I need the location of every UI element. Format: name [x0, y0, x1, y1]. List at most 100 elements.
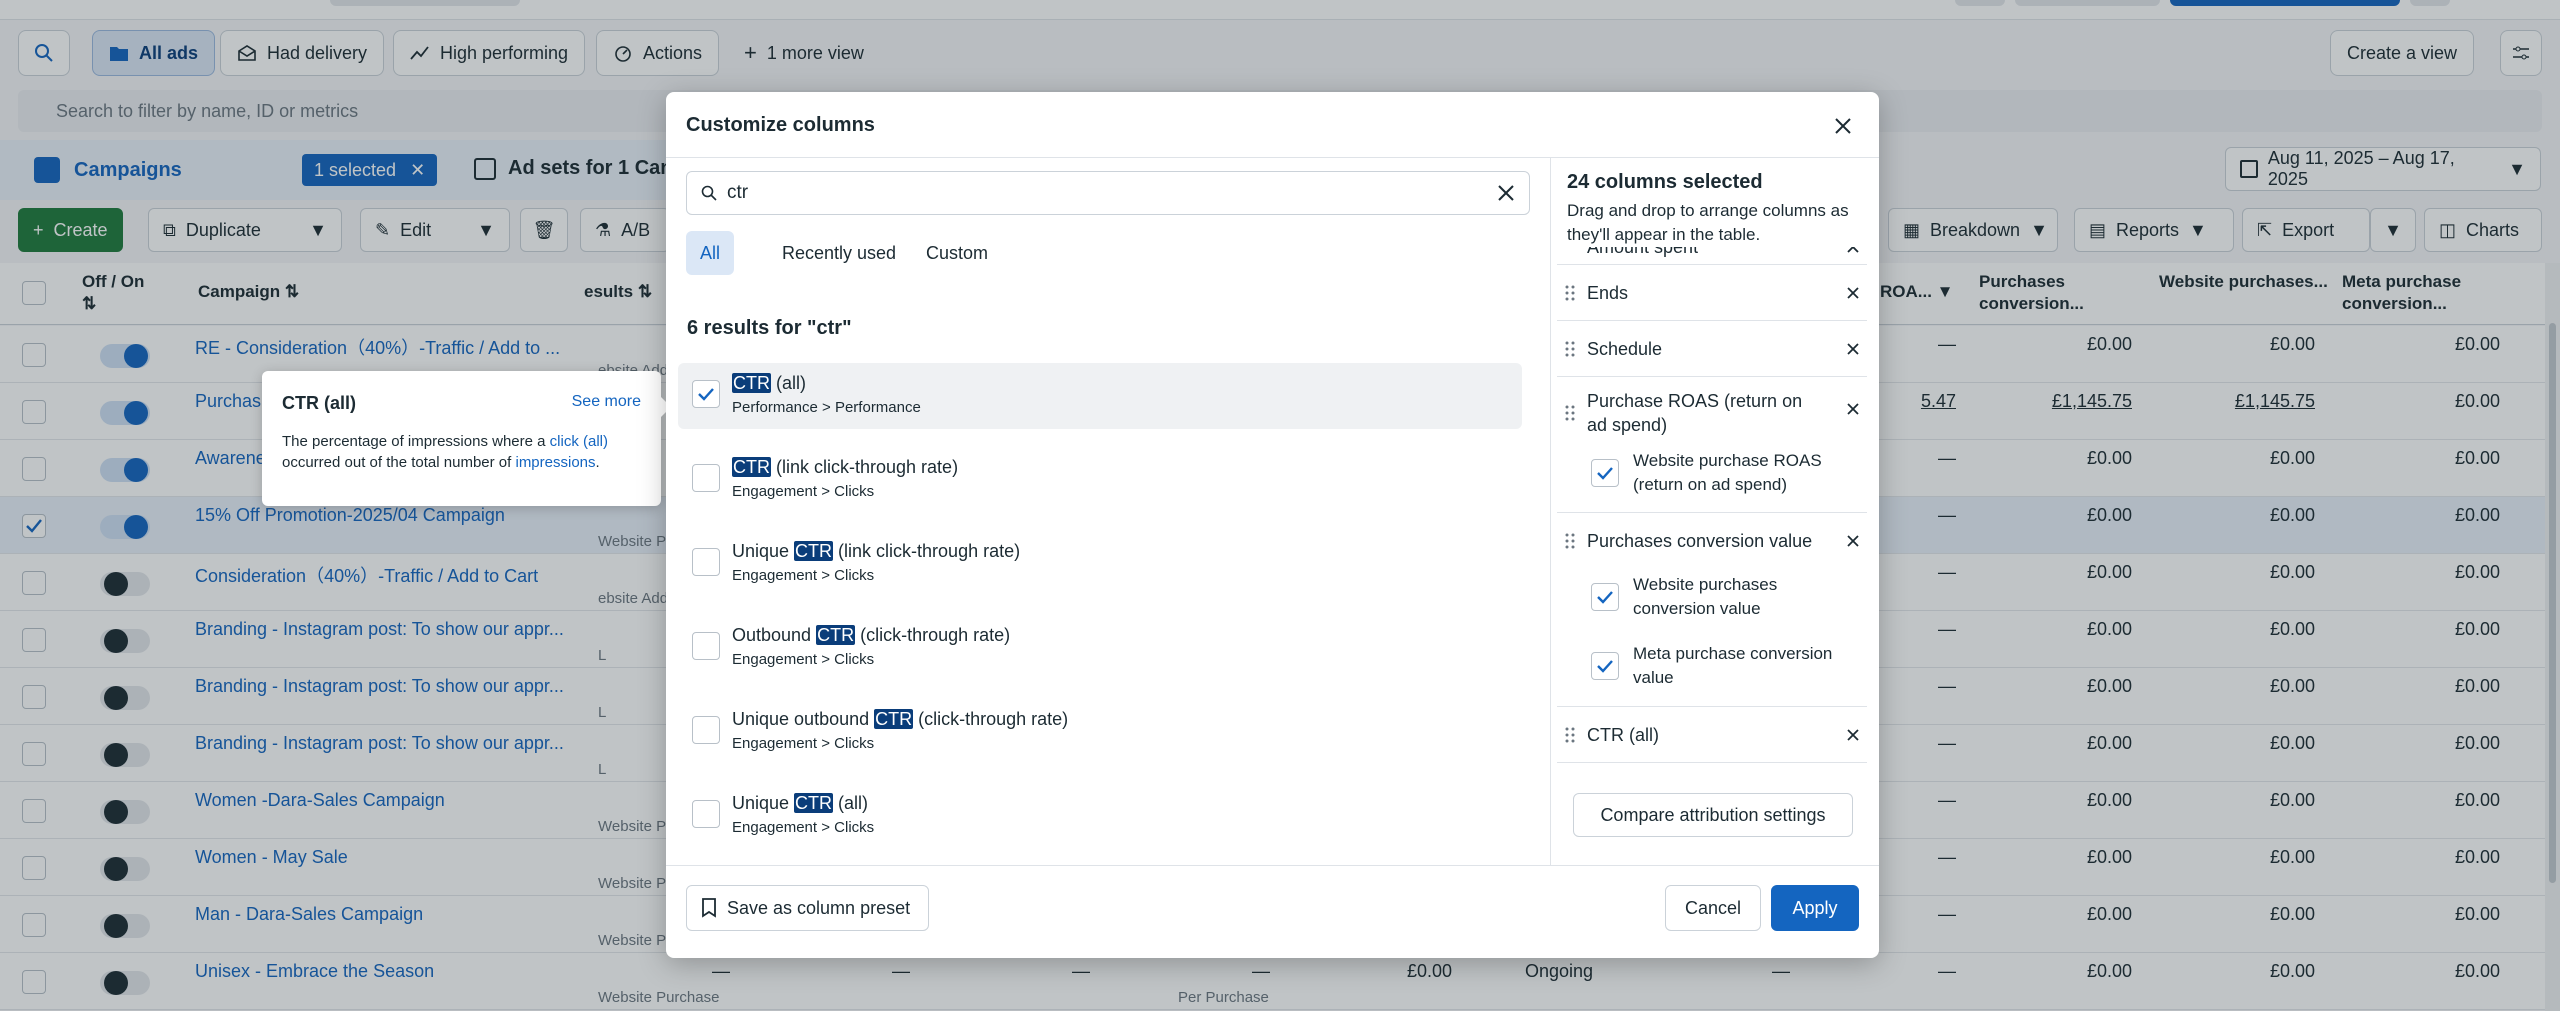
remove-icon[interactable] — [1845, 341, 1861, 357]
click-all-link[interactable]: click (all) — [550, 433, 608, 450]
column-category: Performance > Performance — [732, 399, 921, 416]
column-category: Engagement > Clicks — [732, 651, 875, 668]
remove-icon[interactable] — [1845, 533, 1861, 549]
drag-handle-icon[interactable] — [1565, 285, 1575, 301]
selected-column-item[interactable]: Schedule — [1557, 321, 1867, 377]
search-value: ctr — [727, 182, 749, 203]
drag-handle-icon[interactable] — [1565, 727, 1575, 743]
name-prefix: Unique — [732, 541, 795, 561]
tooltip-body: The percentage of impressions where a cl… — [282, 431, 642, 473]
column-name: CTR (link click-through rate) — [732, 457, 958, 478]
drag-handle-icon[interactable] — [1565, 247, 1575, 259]
column-label: Ends — [1587, 283, 1629, 303]
close-button[interactable] — [1827, 110, 1859, 142]
column-result-item[interactable]: CTR (link click-through rate) Engagement … — [678, 447, 1522, 513]
column-result-item[interactable]: Unique outbound CTR (click-through rate)… — [678, 699, 1522, 765]
column-result-item[interactable]: CTR (all) Performance > Performance — [678, 363, 1522, 429]
match-highlight: CTR — [816, 625, 856, 645]
dialog-title: Customize columns — [686, 114, 875, 136]
match-highlight: CTR — [874, 709, 914, 729]
tooltip-text: . — [595, 454, 600, 471]
name-prefix: Unique outbound — [732, 709, 875, 729]
check-icon — [1597, 660, 1613, 673]
name-suffix: (click-through rate) — [855, 625, 1011, 645]
column-name: Outbound CTR (click-through rate) — [732, 625, 1010, 646]
match-highlight: CTR — [732, 457, 771, 477]
column-checkbox[interactable] — [692, 380, 720, 408]
filter-tab-custom[interactable]: Custom — [912, 231, 1002, 275]
column-checkbox[interactable] — [692, 800, 720, 828]
column-search-input[interactable]: ctr — [686, 171, 1530, 215]
cancel-button[interactable]: Cancel — [1665, 885, 1761, 931]
drag-handle-icon[interactable] — [1565, 533, 1575, 549]
match-highlight: CTR — [794, 541, 834, 561]
column-info-tooltip: CTR (all) See more The percentage of imp… — [262, 371, 671, 506]
customize-columns-dialog: Customize columns ctr All Recently used … — [666, 92, 1879, 958]
name-prefix: Outbound — [732, 625, 817, 645]
column-label: Schedule — [1587, 339, 1663, 359]
column-category: Engagement > Clicks — [732, 819, 875, 836]
match-highlight: CTR — [794, 793, 834, 813]
column-result-item[interactable]: Outbound CTR (click-through rate) Engagem… — [678, 615, 1522, 681]
column-label: Purchases conversion value — [1587, 531, 1813, 551]
column-result-item[interactable]: Unique CTR (all) Engagement > Clicks — [678, 783, 1522, 849]
drag-handle-icon[interactable] — [1565, 405, 1575, 421]
selected-column-group[interactable]: Purchase ROAS (return on ad spend) Websi… — [1557, 377, 1867, 513]
see-more-link[interactable]: See more — [572, 393, 641, 411]
name-prefix: Unique — [732, 793, 795, 813]
check-icon — [698, 388, 714, 401]
drag-handle-icon[interactable] — [1565, 341, 1575, 357]
column-name: Unique outbound CTR (click-through rate) — [732, 709, 1068, 730]
selected-column-item[interactable]: Amount spent — [1557, 247, 1867, 265]
tooltip-title: CTR (all) — [282, 393, 356, 413]
close-icon — [1835, 118, 1851, 134]
remove-icon[interactable] — [1845, 727, 1861, 743]
column-label: Purchase ROAS (return on ad spend) — [1587, 391, 1803, 435]
filter-tab-all[interactable]: All — [686, 231, 735, 275]
sub-column-checkbox[interactable] — [1591, 459, 1619, 487]
remove-icon[interactable] — [1845, 247, 1861, 255]
selected-count-title: 24 columns selected — [1567, 171, 1763, 193]
column-checkbox[interactable] — [692, 548, 720, 576]
name-suffix: (link click-through rate) — [771, 457, 959, 477]
sub-column-checkbox[interactable] — [1591, 652, 1619, 680]
column-search-pane: ctr All Recently used Custom 6 results f… — [666, 157, 1550, 865]
column-checkbox[interactable] — [692, 464, 720, 492]
column-checkbox[interactable] — [692, 632, 720, 660]
compare-attribution-button[interactable]: Compare attribution settings — [1573, 793, 1853, 837]
selected-column-item[interactable]: CTR (all) — [1557, 707, 1867, 763]
results-count: 6 results for "ctr" — [687, 317, 852, 339]
selected-columns-pane: 24 columns selected Drag and drop to arr… — [1551, 157, 1879, 865]
selected-column-group[interactable]: Purchases conversion value Website purch… — [1557, 513, 1867, 707]
save-preset-button[interactable]: Save as column preset — [686, 885, 930, 931]
column-result-item[interactable]: Unique CTR (link click-through rate) Enga… — [678, 531, 1522, 597]
apply-button[interactable]: Apply — [1771, 885, 1859, 931]
remove-icon[interactable] — [1845, 285, 1861, 301]
name-suffix: (click-through rate) — [913, 709, 1069, 729]
column-category: Engagement > Clicks — [732, 567, 875, 584]
column-category: Engagement > Clicks — [732, 735, 875, 752]
name-suffix: (link click-through rate) — [833, 541, 1021, 561]
column-label: CTR (all) — [1587, 725, 1659, 745]
match-highlight: CTR — [732, 373, 771, 393]
selected-columns-list: Amount spent Ends Schedule Purchase ROAS… — [1557, 247, 1867, 787]
column-name: Unique CTR (link click-through rate) — [732, 541, 1020, 562]
clear-search-icon[interactable] — [1495, 182, 1517, 204]
sub-column-label: Meta purchase conversion value — [1633, 644, 1833, 687]
column-category: Engagement > Clicks — [732, 483, 875, 500]
bookmark-icon — [702, 898, 716, 918]
name-suffix: (all) — [771, 373, 806, 393]
sub-column-label: Website purchase ROAS (return on ad spen… — [1633, 451, 1822, 494]
sub-column-checkbox[interactable] — [1591, 583, 1619, 611]
name-suffix: (all) — [833, 793, 869, 813]
tooltip-text: The percentage of impressions where a — [282, 433, 546, 450]
impressions-link[interactable]: impressions — [515, 454, 595, 471]
remove-icon[interactable] — [1845, 401, 1861, 417]
selected-description: Drag and drop to arrange columns as they… — [1567, 201, 1849, 244]
column-checkbox[interactable] — [692, 716, 720, 744]
check-icon — [1597, 467, 1613, 480]
selected-column-item[interactable]: Ends — [1557, 265, 1867, 321]
column-name: CTR (all) — [732, 373, 806, 394]
filter-tab-recently-used[interactable]: Recently used — [768, 231, 910, 275]
search-icon — [701, 185, 717, 201]
